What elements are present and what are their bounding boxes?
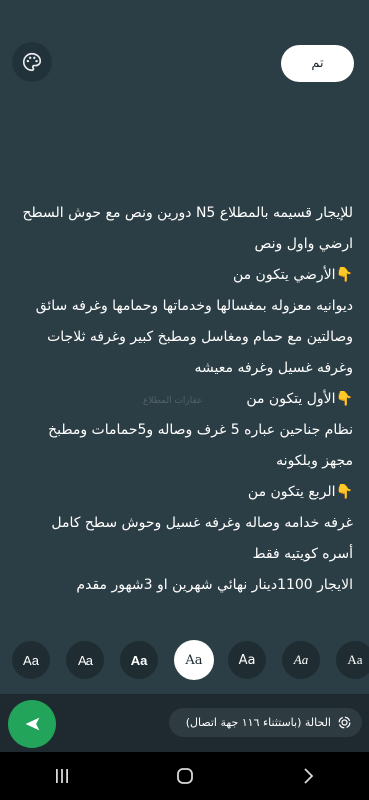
system-nav-bar <box>0 752 369 800</box>
story-line: مجهز وبلكونه <box>276 453 353 469</box>
story-line: 👇الربع يتكون من <box>247 484 353 500</box>
font-option-bold[interactable]: Aa <box>120 641 158 679</box>
done-button[interactable]: تم <box>281 45 354 82</box>
status-ring-icon <box>338 716 351 729</box>
story-line: نظام جناحين عباره 5 غرف وصاله و5حمامات و… <box>48 422 353 438</box>
font-option-serif-alt[interactable]: Aa <box>336 641 369 679</box>
home-icon <box>176 768 193 784</box>
story-line: ديوانيه معزوله بمغسالها وخدماتها وحمامها… <box>35 298 353 314</box>
home-button[interactable] <box>165 756 205 796</box>
font-option-light[interactable]: Aa <box>228 641 266 679</box>
story-line: غرفه خدامه وصاله وغرفه غسيل وحوش سطح كام… <box>51 515 353 531</box>
send-button[interactable] <box>8 700 56 748</box>
font-style-picker: Aa Aa Aa Aa Aa Aa Aa <box>0 640 369 681</box>
story-line: أسره كويتيه فقط <box>252 546 353 562</box>
back-icon <box>303 768 313 784</box>
font-option-condensed[interactable]: Aa <box>66 641 104 679</box>
recents-icon <box>55 769 68 783</box>
status-audience-label: الحالة (باستثناء ١١٦ جهة اتصال) <box>185 716 331 729</box>
story-line: 👇الأرضي يتكون من <box>232 267 353 283</box>
recents-button[interactable] <box>42 756 82 796</box>
font-option-regular[interactable]: Aa <box>12 641 50 679</box>
story-line: وغرفه غسيل وغرفه معيشه <box>194 360 353 376</box>
story-line: ارضي واول ونص <box>254 236 354 252</box>
story-line: للإيجار قسيمه بالمطلاع N5 دورين ونص مع ح… <box>22 205 353 221</box>
story-line: الايجار 1100دينار نهائي شهرين او 3شهور م… <box>76 577 353 593</box>
font-option-italic[interactable]: Aa <box>282 641 320 679</box>
watermark-text: عقارات المطلاع <box>143 396 203 406</box>
palette-button[interactable] <box>12 42 52 82</box>
status-audience-chip[interactable]: الحالة (باستثناء ١١٦ جهة اتصال) <box>169 708 362 737</box>
font-option-serif-selected[interactable]: Aa <box>174 640 214 680</box>
back-button[interactable] <box>288 756 328 796</box>
send-icon <box>25 717 40 731</box>
story-line: وصالتين مع حمام ومغاسل ومطبخ كبير وغرفه … <box>47 329 353 345</box>
palette-icon <box>23 52 42 72</box>
